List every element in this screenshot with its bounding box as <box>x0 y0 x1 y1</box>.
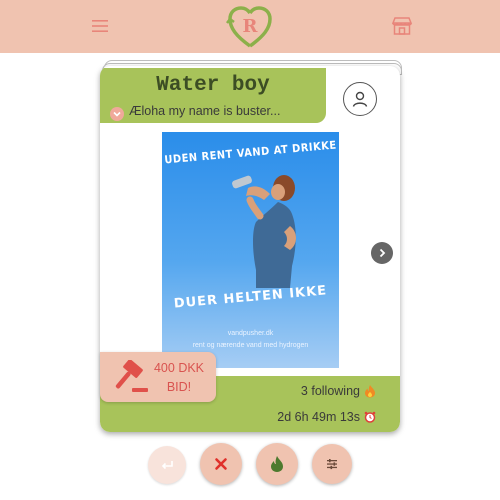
shop-icon[interactable] <box>390 14 414 38</box>
bid-amount: 400 DKK <box>153 361 205 375</box>
time-left: 2d 6h 49m 13s <box>277 410 376 424</box>
poster-top-text: UDEN RENT VAND AT DRIKKE <box>163 138 338 167</box>
alarm-clock-icon <box>364 411 376 423</box>
time-left-text: 2d 6h 49m 13s <box>277 410 360 424</box>
undo-button[interactable] <box>148 446 186 484</box>
dislike-button[interactable] <box>200 443 242 485</box>
top-bar: R <box>0 0 500 53</box>
expand-description-button[interactable] <box>110 107 124 121</box>
user-icon <box>352 91 368 107</box>
listing-image[interactable]: UDEN RENT VAND AT DRIKKE DUER HELTEN IKK… <box>162 132 339 368</box>
poster-person-illustration <box>232 175 296 288</box>
seller-avatar[interactable] <box>343 82 377 116</box>
bid-button[interactable]: 400 DKK BID! <box>100 352 216 402</box>
like-button[interactable] <box>256 443 298 485</box>
close-icon <box>215 458 227 470</box>
following-count: 3 following <box>301 384 376 398</box>
chevron-right-icon <box>379 248 386 258</box>
listing-header: Water boy Æloha my name is buster... <box>100 68 326 123</box>
listing-description: Æloha my name is buster... <box>129 104 281 118</box>
poster-tagline: rent og nærende vand med hydrogen <box>192 342 309 349</box>
poster-url: vandpusher.dk <box>227 330 274 337</box>
following-text: 3 following <box>300 384 360 398</box>
gavel-icon <box>115 360 148 392</box>
logo-letter: R <box>243 16 259 37</box>
bid-label: BID! <box>166 380 192 394</box>
fire-icon <box>365 385 375 398</box>
hamburger-menu-icon[interactable] <box>89 15 111 37</box>
chevron-down-icon <box>113 111 121 117</box>
listing-title: Water boy <box>156 74 270 97</box>
next-image-button[interactable] <box>371 242 393 264</box>
fire-icon <box>271 456 283 472</box>
undo-arrow-icon <box>161 461 173 470</box>
filter-button[interactable] <box>312 444 352 484</box>
sliders-icon <box>327 459 337 470</box>
app-logo: R <box>226 6 272 48</box>
